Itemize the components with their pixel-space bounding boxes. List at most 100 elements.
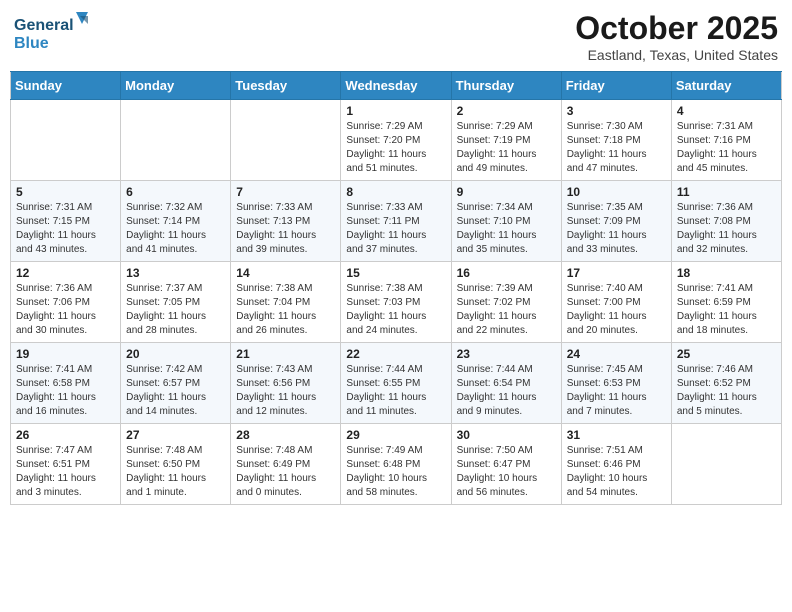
title-block: October 2025 Eastland, Texas, United Sta…: [575, 10, 778, 63]
calendar-cell: 2 Sunrise: 7:29 AM Sunset: 7:19 PM Daylig…: [451, 100, 561, 181]
day-info: Sunrise: 7:38 AM Sunset: 7:04 PM Dayligh…: [236, 282, 335, 338]
calendar-cell: 4 Sunrise: 7:31 AM Sunset: 7:16 PM Daylig…: [671, 100, 781, 181]
calendar-cell: [671, 424, 781, 505]
week-row-1: 5Sunrise: 7:31 AM Sunset: 7:15 PM Daylig…: [11, 181, 782, 262]
calendar-cell: 6 Sunrise: 7:32 AM Sunset: 7:14 PM Daylig…: [121, 181, 231, 262]
day-info: Sunrise: 7:40 AM Sunset: 7:00 PM Dayligh…: [567, 282, 666, 338]
day-info: Sunrise: 7:41 AM Sunset: 6:58 PM Dayligh…: [16, 363, 115, 419]
day-number: 11: [677, 185, 776, 199]
day-number: 16: [457, 266, 556, 280]
day-info: Sunrise: 7:31 AM Sunset: 7:16 PM Dayligh…: [677, 120, 776, 176]
day-info: Sunrise: 7:45 AM Sunset: 6:53 PM Dayligh…: [567, 363, 666, 419]
day-number: 4: [677, 104, 776, 118]
day-number: 10: [567, 185, 666, 199]
day-info: Sunrise: 7:46 AM Sunset: 6:52 PM Dayligh…: [677, 363, 776, 419]
svg-text:General: General: [14, 17, 74, 34]
calendar-cell: [121, 100, 231, 181]
day-number: 13: [126, 266, 225, 280]
day-info: Sunrise: 7:32 AM Sunset: 7:14 PM Dayligh…: [126, 201, 225, 257]
day-number: 6: [126, 185, 225, 199]
day-number: 29: [346, 428, 445, 442]
calendar-body: 1 Sunrise: 7:29 AM Sunset: 7:20 PM Daylig…: [11, 100, 782, 505]
day-info: Sunrise: 7:36 AM Sunset: 7:06 PM Dayligh…: [16, 282, 115, 338]
header-monday: Monday: [121, 72, 231, 100]
calendar-cell: 16Sunrise: 7:39 AM Sunset: 7:02 PM Dayli…: [451, 262, 561, 343]
day-number: 9: [457, 185, 556, 199]
calendar-cell: [231, 100, 341, 181]
day-number: 23: [457, 347, 556, 361]
day-info: Sunrise: 7:30 AM Sunset: 7:18 PM Dayligh…: [567, 120, 666, 176]
day-number: 1: [346, 104, 445, 118]
calendar-cell: [11, 100, 121, 181]
logo-svg: General Blue: [14, 10, 94, 58]
day-number: 18: [677, 266, 776, 280]
day-info: Sunrise: 7:48 AM Sunset: 6:49 PM Dayligh…: [236, 444, 335, 500]
calendar-cell: 24 Sunrise: 7:45 AM Sunset: 6:53 PM Dayli…: [561, 343, 671, 424]
day-number: 5: [16, 185, 115, 199]
header-tuesday: Tuesday: [231, 72, 341, 100]
day-info: Sunrise: 7:42 AM Sunset: 6:57 PM Dayligh…: [126, 363, 225, 419]
week-row-4: 26Sunrise: 7:47 AM Sunset: 6:51 PM Dayli…: [11, 424, 782, 505]
calendar-cell: 10Sunrise: 7:35 AM Sunset: 7:09 PM Dayli…: [561, 181, 671, 262]
day-number: 8: [346, 185, 445, 199]
day-number: 2: [457, 104, 556, 118]
calendar-cell: 17 Sunrise: 7:40 AM Sunset: 7:00 PM Dayli…: [561, 262, 671, 343]
day-info: Sunrise: 7:29 AM Sunset: 7:20 PM Dayligh…: [346, 120, 445, 176]
day-info: Sunrise: 7:29 AM Sunset: 7:19 PM Dayligh…: [457, 120, 556, 176]
day-info: Sunrise: 7:49 AM Sunset: 6:48 PM Dayligh…: [346, 444, 445, 500]
day-info: Sunrise: 7:33 AM Sunset: 7:13 PM Dayligh…: [236, 201, 335, 257]
calendar-cell: 31 Sunrise: 7:51 AM Sunset: 6:46 PM Dayli…: [561, 424, 671, 505]
day-number: 31: [567, 428, 666, 442]
calendar-cell: 14 Sunrise: 7:38 AM Sunset: 7:04 PM Dayli…: [231, 262, 341, 343]
day-number: 12: [16, 266, 115, 280]
day-info: Sunrise: 7:33 AM Sunset: 7:11 PM Dayligh…: [346, 201, 445, 257]
calendar-cell: 27 Sunrise: 7:48 AM Sunset: 6:50 PM Dayli…: [121, 424, 231, 505]
calendar-cell: 29 Sunrise: 7:49 AM Sunset: 6:48 PM Dayli…: [341, 424, 451, 505]
calendar-cell: 12 Sunrise: 7:36 AM Sunset: 7:06 PM Dayli…: [11, 262, 121, 343]
calendar-cell: 15 Sunrise: 7:38 AM Sunset: 7:03 PM Dayli…: [341, 262, 451, 343]
week-row-2: 12 Sunrise: 7:36 AM Sunset: 7:06 PM Dayli…: [11, 262, 782, 343]
day-info: Sunrise: 7:44 AM Sunset: 6:54 PM Dayligh…: [457, 363, 556, 419]
day-number: 19: [16, 347, 115, 361]
calendar-cell: 7 Sunrise: 7:33 AM Sunset: 7:13 PM Daylig…: [231, 181, 341, 262]
day-info: Sunrise: 7:47 AM Sunset: 6:51 PM Dayligh…: [16, 444, 115, 500]
day-number: 21: [236, 347, 335, 361]
day-info: Sunrise: 7:38 AM Sunset: 7:03 PM Dayligh…: [346, 282, 445, 338]
calendar-cell: 9Sunrise: 7:34 AM Sunset: 7:10 PM Daylig…: [451, 181, 561, 262]
week-row-0: 1 Sunrise: 7:29 AM Sunset: 7:20 PM Daylig…: [11, 100, 782, 181]
logo: General Blue: [14, 10, 94, 58]
header-friday: Friday: [561, 72, 671, 100]
calendar-cell: 30 Sunrise: 7:50 AM Sunset: 6:47 PM Dayli…: [451, 424, 561, 505]
header-sunday: Sunday: [11, 72, 121, 100]
calendar-header-row: SundayMondayTuesdayWednesdayThursdayFrid…: [11, 72, 782, 100]
calendar-cell: 13 Sunrise: 7:37 AM Sunset: 7:05 PM Dayli…: [121, 262, 231, 343]
day-info: Sunrise: 7:36 AM Sunset: 7:08 PM Dayligh…: [677, 201, 776, 257]
header-thursday: Thursday: [451, 72, 561, 100]
calendar-cell: 28 Sunrise: 7:48 AM Sunset: 6:49 PM Dayli…: [231, 424, 341, 505]
day-number: 3: [567, 104, 666, 118]
calendar-cell: 3 Sunrise: 7:30 AM Sunset: 7:18 PM Daylig…: [561, 100, 671, 181]
location: Eastland, Texas, United States: [575, 47, 778, 63]
header-wednesday: Wednesday: [341, 72, 451, 100]
day-number: 7: [236, 185, 335, 199]
calendar-table: SundayMondayTuesdayWednesdayThursdayFrid…: [10, 71, 782, 505]
day-info: Sunrise: 7:48 AM Sunset: 6:50 PM Dayligh…: [126, 444, 225, 500]
calendar-cell: 21Sunrise: 7:43 AM Sunset: 6:56 PM Dayli…: [231, 343, 341, 424]
day-number: 24: [567, 347, 666, 361]
day-number: 17: [567, 266, 666, 280]
day-number: 25: [677, 347, 776, 361]
day-number: 15: [346, 266, 445, 280]
day-number: 28: [236, 428, 335, 442]
header-saturday: Saturday: [671, 72, 781, 100]
day-info: Sunrise: 7:50 AM Sunset: 6:47 PM Dayligh…: [457, 444, 556, 500]
calendar-cell: 26Sunrise: 7:47 AM Sunset: 6:51 PM Dayli…: [11, 424, 121, 505]
day-number: 14: [236, 266, 335, 280]
day-info: Sunrise: 7:37 AM Sunset: 7:05 PM Dayligh…: [126, 282, 225, 338]
day-number: 30: [457, 428, 556, 442]
calendar-cell: 5Sunrise: 7:31 AM Sunset: 7:15 PM Daylig…: [11, 181, 121, 262]
calendar-cell: 20Sunrise: 7:42 AM Sunset: 6:57 PM Dayli…: [121, 343, 231, 424]
day-info: Sunrise: 7:51 AM Sunset: 6:46 PM Dayligh…: [567, 444, 666, 500]
calendar-cell: 8 Sunrise: 7:33 AM Sunset: 7:11 PM Daylig…: [341, 181, 451, 262]
svg-text:Blue: Blue: [14, 35, 49, 52]
day-number: 27: [126, 428, 225, 442]
